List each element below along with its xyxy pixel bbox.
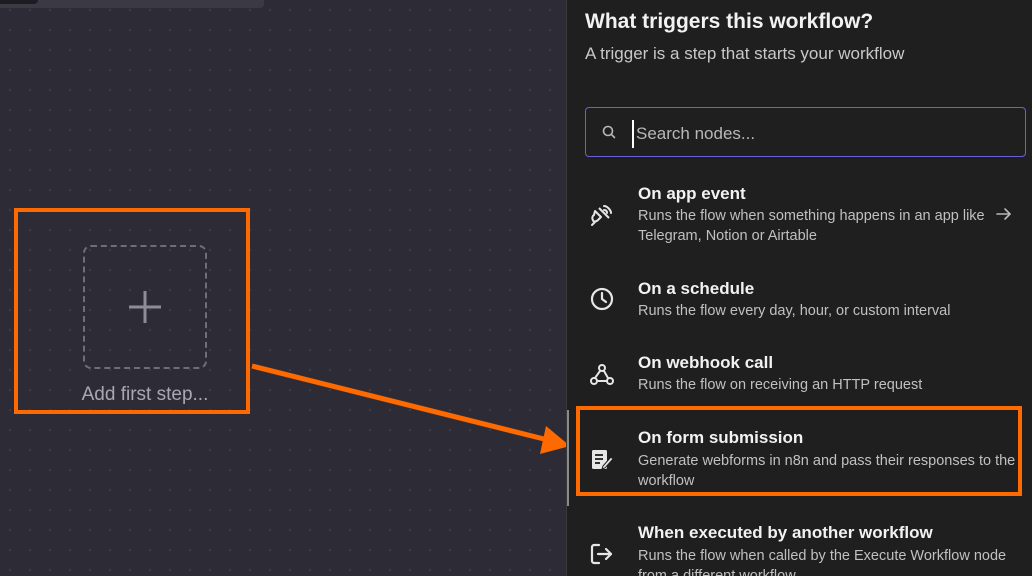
canvas-toolbar-strip (0, 0, 264, 8)
arrow-right-icon (996, 208, 1011, 220)
plus-icon (129, 291, 161, 323)
node-title: When executed by another workflow (638, 523, 933, 542)
node-item-on-form-submission[interactable]: On form submission Generate webforms in … (567, 424, 1032, 496)
node-description: Generate webforms in n8n and pass their … (638, 453, 1016, 489)
node-description: Runs the flow when called by the Execute… (638, 548, 1007, 576)
node-title: On app event (638, 184, 746, 203)
node-description: Runs the flow on receiving an HTTP reque… (638, 377, 923, 393)
node-title: On a schedule (638, 279, 755, 298)
trigger-panel: What triggers this workflow? A trigger i… (566, 0, 1032, 576)
sign-in-icon (590, 543, 613, 565)
node-title: On form submission (638, 428, 804, 447)
node-description: Runs the flow every day, hour, or custom… (638, 303, 951, 319)
node-description: Runs the flow when something happens in … (638, 208, 985, 244)
node-item-on-app-event[interactable]: On app event Runs the flow when somethin… (567, 180, 1032, 252)
add-first-step-button[interactable] (83, 245, 207, 369)
panel-title: What triggers this workflow? (585, 10, 874, 33)
node-item-executed-by-another-workflow[interactable]: When executed by another workflow Runs t… (567, 519, 1032, 576)
node-item-on-webhook-call[interactable]: On webhook call Runs the flow on receivi… (567, 349, 1032, 409)
workflow-canvas[interactable]: Add first step... (0, 0, 566, 576)
panel-subtitle: A trigger is a step that starts your wor… (585, 44, 905, 63)
webhook-icon (590, 364, 614, 385)
form-icon (592, 450, 614, 470)
search-input[interactable] (632, 120, 1018, 148)
canvas-toolbar-handle (0, 0, 38, 4)
search-box[interactable] (585, 107, 1026, 157)
search-icon (602, 125, 616, 139)
add-first-step-label: Add first step... (81, 384, 209, 405)
node-item-on-a-schedule[interactable]: On a schedule Runs the flow every day, h… (567, 275, 1032, 335)
app-event-icon (591, 205, 612, 226)
node-title: On webhook call (638, 353, 774, 372)
clock-icon (590, 287, 614, 311)
